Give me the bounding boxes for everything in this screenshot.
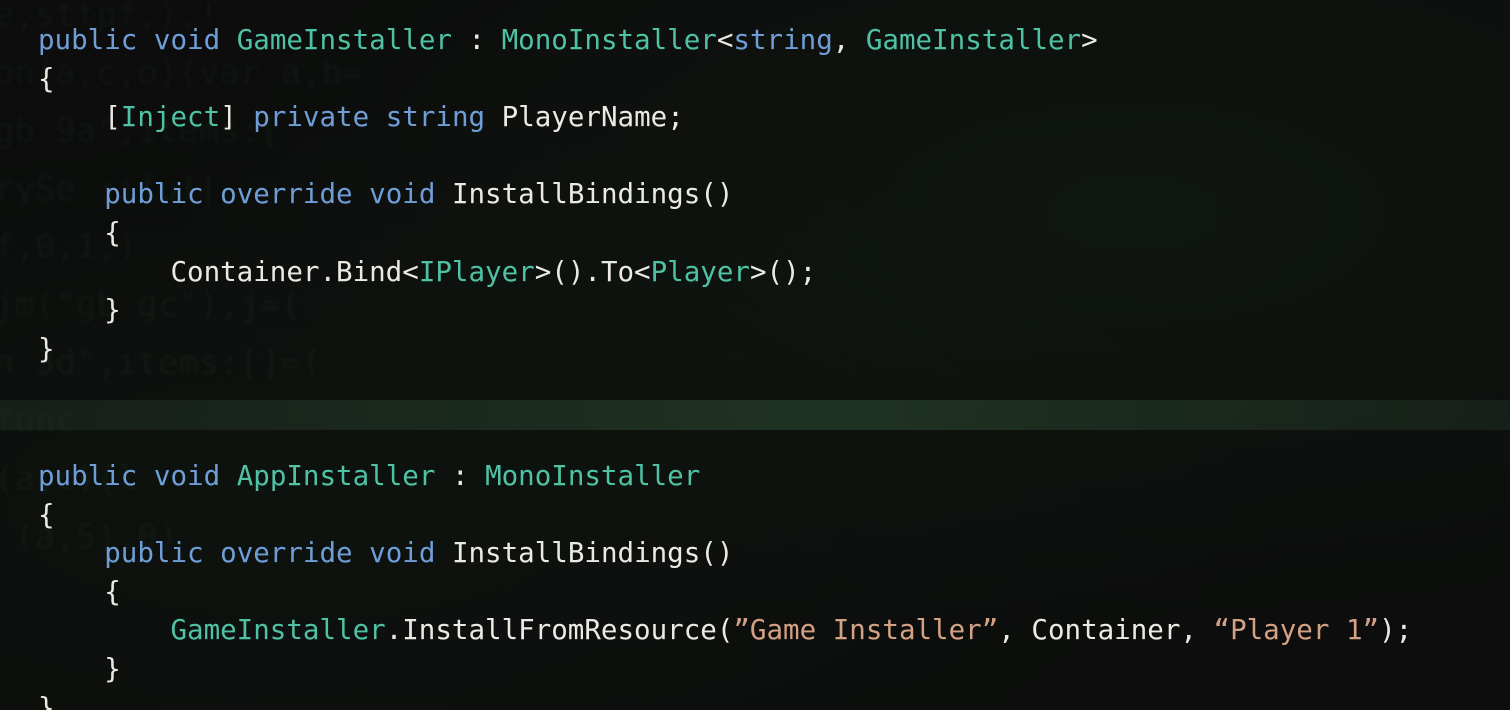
code-token: InstallBindings() xyxy=(435,537,734,570)
code-token: GameInstaller xyxy=(236,24,452,56)
code-token: > xyxy=(1081,24,1098,56)
code-token: public xyxy=(104,537,204,570)
code-token: void xyxy=(153,460,221,492)
code-token: GameInstaller xyxy=(865,24,1082,56)
code-token: public xyxy=(38,24,138,56)
code-token: ); xyxy=(1379,614,1413,647)
code-line: public void GameInstaller : MonoInstalle… xyxy=(38,21,1098,60)
code-line: } xyxy=(38,291,1098,330)
code-token: PlayerName; xyxy=(485,101,684,134)
code-token: IPlayer xyxy=(418,255,535,288)
code-line: public override void InstallBindings() xyxy=(38,175,1098,214)
code-token: : xyxy=(435,460,486,492)
code-line: } xyxy=(38,689,1412,710)
code-token: override xyxy=(220,178,353,211)
code-token: Inject xyxy=(120,101,221,134)
code-line: public override void InstallBindings() xyxy=(38,534,1412,573)
code-block-app-installer: public void AppInstaller : MonoInstaller… xyxy=(38,457,1412,710)
code-token: void xyxy=(369,178,436,211)
code-token: public xyxy=(38,460,138,492)
code-token: } xyxy=(38,332,55,365)
code-line: { xyxy=(38,573,1412,612)
code-line: [Inject] private string PlayerName; xyxy=(38,98,1098,137)
code-token: void xyxy=(369,537,436,570)
code-line: { xyxy=(38,60,1098,99)
code-token: >().To< xyxy=(534,255,651,288)
code-token: { xyxy=(38,498,55,531)
code-token: >(); xyxy=(749,255,817,288)
code-token: AppInstaller xyxy=(236,460,436,492)
code-token: MonoInstaller xyxy=(485,460,701,492)
code-token: { xyxy=(38,62,55,95)
code-token: public xyxy=(104,178,204,211)
code-token: InstallBindings() xyxy=(435,178,734,211)
code-token: } xyxy=(38,294,121,327)
code-token: string xyxy=(385,101,486,134)
code-token: Player xyxy=(650,255,750,288)
code-token: , xyxy=(832,24,866,56)
code-token: “Player 1” xyxy=(1213,614,1380,647)
code-token: MonoInstaller xyxy=(501,24,717,56)
code-token: void xyxy=(153,24,221,56)
code-token: [ xyxy=(38,101,121,134)
code-line: public void AppInstaller : MonoInstaller xyxy=(38,457,1412,496)
code-screen: e,sttpf,),! on(a,c,o){var a,b= gb_9a",item… xyxy=(0,0,1510,710)
code-token: } xyxy=(38,691,55,710)
code-token: } xyxy=(38,652,121,685)
code-token: ] xyxy=(220,101,254,134)
code-token: override xyxy=(220,537,353,570)
code-token: .InstallFromResource( xyxy=(385,614,734,647)
code-token: : xyxy=(451,24,502,56)
code-token: { xyxy=(38,216,121,249)
code-token: { xyxy=(38,575,121,608)
code-token: , Container, xyxy=(998,614,1214,647)
code-line: Container.Bind<IPlayer>().To<Player>(); xyxy=(38,253,1098,292)
code-line: { xyxy=(38,214,1098,253)
code-token: GameInstaller xyxy=(170,614,386,647)
code-line: } xyxy=(38,330,1098,369)
code-token: private xyxy=(253,101,370,134)
code-line: GameInstaller.InstallFromResource(”Game … xyxy=(38,611,1412,650)
code-block-game-installer: public void GameInstaller : MonoInstalle… xyxy=(38,21,1098,368)
code-token: ”Game Installer” xyxy=(733,614,999,647)
divider-band xyxy=(0,400,1510,430)
code-token: Container.Bind< xyxy=(38,255,419,288)
code-token: string xyxy=(733,24,833,56)
code-token: < xyxy=(716,24,734,56)
code-line: { xyxy=(38,496,1412,535)
code-line: } xyxy=(38,650,1412,689)
